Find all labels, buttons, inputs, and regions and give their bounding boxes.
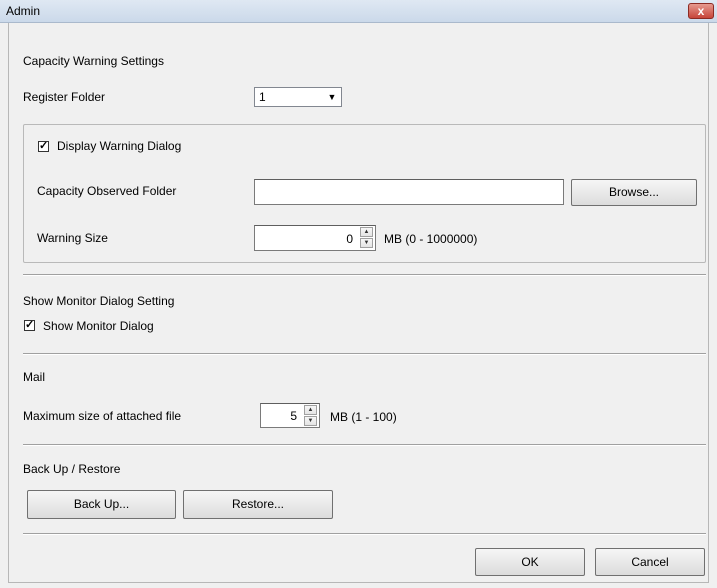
max-size-input[interactable]: 5 ▲ ▼ [260, 403, 320, 428]
max-size-value: 5 [290, 409, 297, 423]
spin-up-icon[interactable]: ▲ [360, 227, 373, 237]
browse-button[interactable]: Browse... [571, 179, 697, 206]
divider [23, 533, 706, 535]
display-warning-checkbox[interactable]: ✓ [38, 141, 49, 152]
restore-button[interactable]: Restore... [183, 490, 333, 519]
register-folder-select[interactable]: 1 ▼ [254, 87, 342, 107]
close-button[interactable]: x [688, 3, 714, 19]
title-bar: Admin x [0, 0, 717, 23]
spin-up-icon[interactable]: ▲ [304, 405, 317, 415]
divider [23, 353, 706, 355]
backup-button[interactable]: Back Up... [27, 490, 176, 519]
warning-size-range: MB (0 - 1000000) [384, 232, 478, 246]
register-folder-label: Register Folder [23, 90, 106, 104]
backup-section-title: Back Up / Restore [23, 462, 121, 476]
warning-size-input[interactable]: 0 ▲ ▼ [254, 225, 376, 251]
window-title: Admin [6, 4, 41, 18]
observed-folder-input[interactable] [254, 179, 564, 205]
spin-down-icon[interactable]: ▼ [360, 238, 373, 248]
show-monitor-label: Show Monitor Dialog [43, 319, 154, 333]
checkmark-icon: ✓ [25, 319, 35, 331]
mail-section-title: Mail [23, 370, 46, 384]
divider [23, 444, 706, 446]
close-icon: x [697, 4, 705, 18]
max-size-range: MB (1 - 100) [330, 410, 397, 424]
cancel-button[interactable]: Cancel [595, 548, 705, 576]
max-size-label: Maximum size of attached file [23, 409, 182, 423]
warning-size-value: 0 [346, 232, 353, 246]
checkmark-icon: ✓ [39, 140, 49, 152]
ok-button[interactable]: OK [475, 548, 585, 576]
chevron-down-icon[interactable]: ▼ [323, 88, 341, 106]
display-warning-label: Display Warning Dialog [57, 139, 182, 153]
capacity-section-title: Capacity Warning Settings [23, 54, 164, 68]
register-folder-value: 1 [259, 90, 266, 104]
divider [23, 274, 706, 276]
spin-down-icon[interactable]: ▼ [304, 416, 317, 426]
monitor-section-title: Show Monitor Dialog Setting [23, 294, 175, 308]
warning-size-label: Warning Size [37, 231, 108, 245]
show-monitor-checkbox[interactable]: ✓ [24, 320, 35, 331]
observed-folder-label: Capacity Observed Folder [37, 184, 177, 198]
